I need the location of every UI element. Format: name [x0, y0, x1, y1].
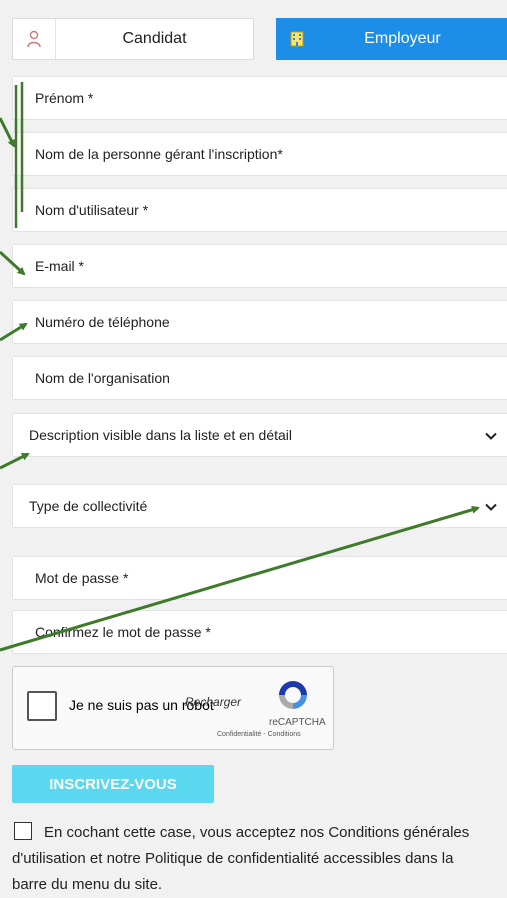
password-field[interactable]: Mot de passe *: [12, 556, 507, 600]
consent-line-3: barre du menu du site.: [12, 876, 163, 893]
recaptcha-reload-link[interactable]: Recharger: [185, 695, 241, 709]
tab-employeur[interactable]: Employeur: [276, 18, 507, 60]
confirm-password-placeholder: Confirmez le mot de passe *: [35, 624, 211, 640]
collectivite-select[interactable]: Type de collectivité: [12, 484, 507, 528]
password-placeholder: Mot de passe *: [35, 570, 129, 586]
prenom-field[interactable]: Prénom *: [12, 76, 507, 120]
consent-checkbox[interactable]: [14, 822, 32, 840]
tab-employeur-label: Employeur: [364, 30, 441, 47]
nom-gerant-placeholder: Nom de la personne gérant l'inscription*: [35, 146, 283, 162]
username-placeholder: Nom d'utilisateur *: [35, 202, 149, 218]
recaptcha-widget: Je ne suis pas un robot Recharger reCAPT…: [12, 666, 334, 750]
nom-gerant-field[interactable]: Nom de la personne gérant l'inscription*: [12, 132, 507, 176]
phone-field[interactable]: Numéro de téléphone: [12, 300, 507, 344]
recaptcha-links[interactable]: Confidentialité - Conditions: [217, 731, 301, 738]
recaptcha-checkbox[interactable]: [27, 691, 57, 721]
chevron-down-icon: [485, 503, 497, 511]
email-field[interactable]: E-mail *: [12, 244, 507, 288]
building-icon: [276, 18, 318, 60]
email-placeholder: E-mail *: [35, 258, 85, 274]
chevron-down-icon: [485, 432, 497, 440]
tab-candidat[interactable]: Candidat: [12, 18, 254, 60]
inscrivez-vous-button[interactable]: INSCRIVEZ-VOUS: [12, 765, 214, 803]
organisation-field[interactable]: Nom de l'organisation: [12, 356, 507, 400]
organisation-placeholder: Nom de l'organisation: [35, 370, 170, 386]
prenom-placeholder: Prénom *: [35, 90, 94, 106]
consent-line-2: d'utilisation et notre Politique de conf…: [12, 850, 454, 867]
consent-line-1: En cochant cette case, vous acceptez nos…: [44, 824, 470, 841]
consent-block: En cochant cette case, vous acceptez nos…: [12, 820, 507, 898]
confirm-password-field[interactable]: Confirmez le mot de passe *: [12, 610, 507, 654]
description-placeholder: Description visible dans la liste et en …: [29, 427, 293, 443]
user-icon: [13, 19, 56, 59]
description-select[interactable]: Description visible dans la liste et en …: [12, 413, 507, 457]
collectivite-placeholder: Type de collectivité: [29, 498, 148, 514]
tab-candidat-label: Candidat: [122, 30, 187, 47]
recaptcha-brand: reCAPTCHA: [269, 717, 326, 728]
phone-placeholder: Numéro de téléphone: [35, 314, 170, 330]
recaptcha-logo-icon: [279, 681, 307, 709]
username-field[interactable]: Nom d'utilisateur *: [12, 188, 507, 232]
